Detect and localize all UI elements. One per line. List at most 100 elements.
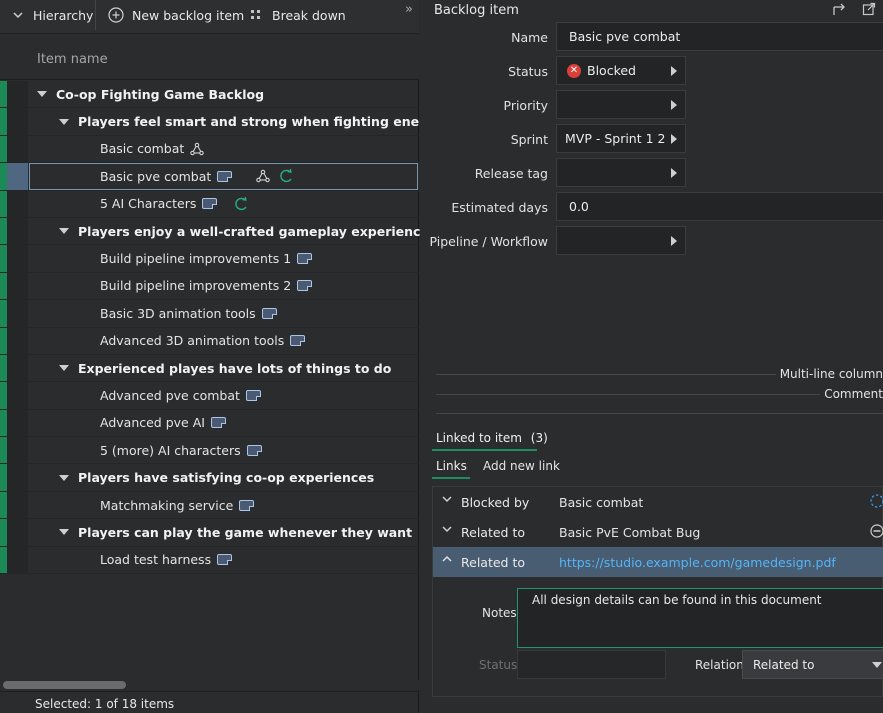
row-status-bar bbox=[0, 190, 7, 217]
tab-underline bbox=[432, 449, 537, 451]
relation-label: Relation bbox=[695, 658, 744, 672]
chevron-right-icon bbox=[671, 100, 677, 110]
pipeline-dropdown[interactable] bbox=[556, 226, 686, 255]
expand-triangle-icon[interactable] bbox=[59, 365, 69, 372]
tree-group-row[interactable]: Players can play the game whenever they … bbox=[0, 519, 419, 547]
tree-item-row[interactable]: Matchmaking service bbox=[0, 491, 419, 520]
blocked-icon: ✕ bbox=[567, 63, 581, 78]
priority-dropdown[interactable] bbox=[556, 90, 686, 119]
row-content: Build pipeline improvements 1 bbox=[100, 245, 313, 271]
row-status-bar bbox=[0, 464, 7, 491]
open-external-icon[interactable] bbox=[862, 2, 876, 16]
release-tag-dropdown[interactable] bbox=[556, 158, 686, 187]
toolbar-divider bbox=[95, 0, 96, 30]
row-gutter bbox=[7, 382, 28, 409]
row-gutter bbox=[7, 300, 28, 327]
hierarchy-dropdown[interactable]: Hierarchy bbox=[12, 0, 93, 30]
tree-item-row[interactable]: 5 (more) AI characters bbox=[0, 437, 419, 465]
multiline-column-section[interactable]: Multi-line column bbox=[775, 367, 883, 381]
tree-item-row[interactable]: Build pipeline improvements 2 bbox=[0, 272, 419, 301]
tree-item-row[interactable]: 5 AI Characters bbox=[0, 190, 419, 218]
link-url[interactable]: https://studio.example.com/gamedesign.pd… bbox=[559, 555, 836, 570]
horizontal-scrollbar[interactable] bbox=[0, 680, 419, 690]
tree-group-row[interactable]: Players feel smart and strong when fight… bbox=[0, 108, 452, 136]
row-status-bar bbox=[0, 300, 7, 327]
tree-group-row[interactable]: Players enjoy a well-crafted gameplay ex… bbox=[0, 217, 429, 246]
row-status-bar bbox=[0, 81, 7, 108]
expand-triangle-icon[interactable] bbox=[59, 118, 69, 125]
chevron-right-icon bbox=[671, 66, 677, 76]
row-status-bar bbox=[0, 354, 7, 382]
loading-icon bbox=[870, 494, 883, 508]
note-icon bbox=[239, 499, 255, 511]
expand-triangle-icon[interactable] bbox=[59, 474, 69, 481]
priority-label: Priority bbox=[503, 98, 549, 113]
relation-value: Related to bbox=[753, 658, 815, 672]
item-name: Basic combat bbox=[100, 141, 185, 157]
tree-item-row[interactable]: Basic pve combat bbox=[0, 163, 419, 191]
tree-item-row[interactable]: Build pipeline improvements 1 bbox=[0, 245, 419, 273]
chevron-right-icon bbox=[671, 236, 677, 246]
row-content: Load test harness bbox=[100, 547, 233, 573]
scrollbar-thumb[interactable] bbox=[3, 681, 126, 689]
link-status-input[interactable] bbox=[517, 650, 666, 679]
graph-icon bbox=[256, 170, 271, 183]
note-icon bbox=[245, 389, 261, 401]
expand-triangle-icon[interactable] bbox=[59, 529, 69, 536]
link-row[interactable]: Blocked by Basic combat bbox=[433, 487, 883, 517]
relation-select[interactable]: Related to bbox=[742, 650, 883, 679]
collapse-panel-icon[interactable]: » bbox=[405, 2, 413, 17]
item-name: Players enjoy a well-crafted gameplay ex… bbox=[78, 223, 429, 239]
new-backlog-item-button[interactable]: New backlog item bbox=[108, 0, 244, 30]
item-name: Advanced 3D animation tools bbox=[100, 333, 285, 349]
row-gutter bbox=[7, 217, 28, 245]
tree-item-row[interactable]: Basic combat bbox=[0, 135, 419, 164]
sprint-dropdown[interactable]: MVP - Sprint 1 202 bbox=[556, 124, 686, 153]
row-gutter bbox=[7, 272, 28, 300]
break-down-button[interactable]: Break down bbox=[250, 0, 346, 30]
chevron-down-icon[interactable] bbox=[441, 523, 453, 535]
row-content: Advanced pve combat bbox=[100, 382, 261, 408]
note-icon bbox=[297, 280, 313, 292]
expand-triangle-icon[interactable] bbox=[59, 228, 69, 235]
chevron-down-icon[interactable] bbox=[441, 493, 453, 505]
break-down-label: Break down bbox=[272, 7, 346, 23]
name-input[interactable]: Basic pve combat bbox=[556, 22, 883, 51]
item-name: Load test harness bbox=[100, 552, 212, 568]
tree-group-row[interactable]: Players have satisfying co-op experience… bbox=[0, 464, 419, 492]
link-row-expanded[interactable]: Related to https://studio.example.com/ga… bbox=[433, 547, 883, 577]
estimated-days-input[interactable]: 0.0 bbox=[556, 192, 883, 221]
tree-item-row[interactable]: Advanced pve AI bbox=[0, 409, 419, 438]
tree-item-row[interactable]: Basic 3D animation tools bbox=[0, 300, 419, 328]
hierarchy-label: Hierarchy bbox=[33, 7, 94, 23]
tree-group-row[interactable]: Co-op Fighting Game Backlog bbox=[0, 81, 419, 109]
expand-triangle-icon[interactable] bbox=[37, 91, 47, 98]
link-target[interactable]: Basic PvE Combat Bug bbox=[559, 525, 700, 540]
tree-item-row[interactable]: Advanced 3D animation tools bbox=[0, 327, 419, 355]
notes-textarea[interactable]: All design details can be found in this … bbox=[517, 588, 883, 648]
link-target[interactable]: Basic combat bbox=[559, 495, 643, 510]
status-dropdown[interactable]: ✕ Blocked bbox=[556, 56, 686, 85]
chevron-up-icon[interactable] bbox=[441, 553, 453, 565]
tab-linked-to-item[interactable]: Linked to item (3) bbox=[436, 431, 548, 445]
cycle-icon bbox=[235, 196, 248, 210]
chevron-down-icon bbox=[13, 12, 23, 19]
tab-links[interactable]: Links bbox=[436, 459, 467, 473]
row-status-bar bbox=[0, 437, 7, 464]
item-name: 5 AI Characters bbox=[100, 196, 197, 212]
row-content: Advanced 3D animation tools bbox=[100, 328, 306, 354]
tree-group-row[interactable]: Experienced playes have lots of things t… bbox=[0, 354, 419, 383]
row-gutter bbox=[7, 437, 28, 464]
swap-icon[interactable] bbox=[831, 2, 846, 17]
link-row[interactable]: Related to Basic PvE Combat Bug bbox=[433, 517, 883, 547]
note-icon bbox=[290, 335, 306, 347]
tree-item-row[interactable]: Advanced pve combat bbox=[0, 382, 419, 410]
column-header[interactable]: Item name bbox=[0, 34, 419, 80]
comment-section[interactable]: Comment bbox=[820, 387, 883, 401]
tree-item-row[interactable]: Load test harness bbox=[0, 546, 419, 575]
tab-add-new-link[interactable]: Add new link bbox=[483, 459, 560, 473]
row-gutter bbox=[7, 163, 28, 190]
row-content: Players can play the game whenever they … bbox=[59, 519, 412, 545]
remove-link-icon[interactable] bbox=[870, 524, 883, 538]
item-name: Players can play the game whenever they … bbox=[78, 524, 413, 540]
